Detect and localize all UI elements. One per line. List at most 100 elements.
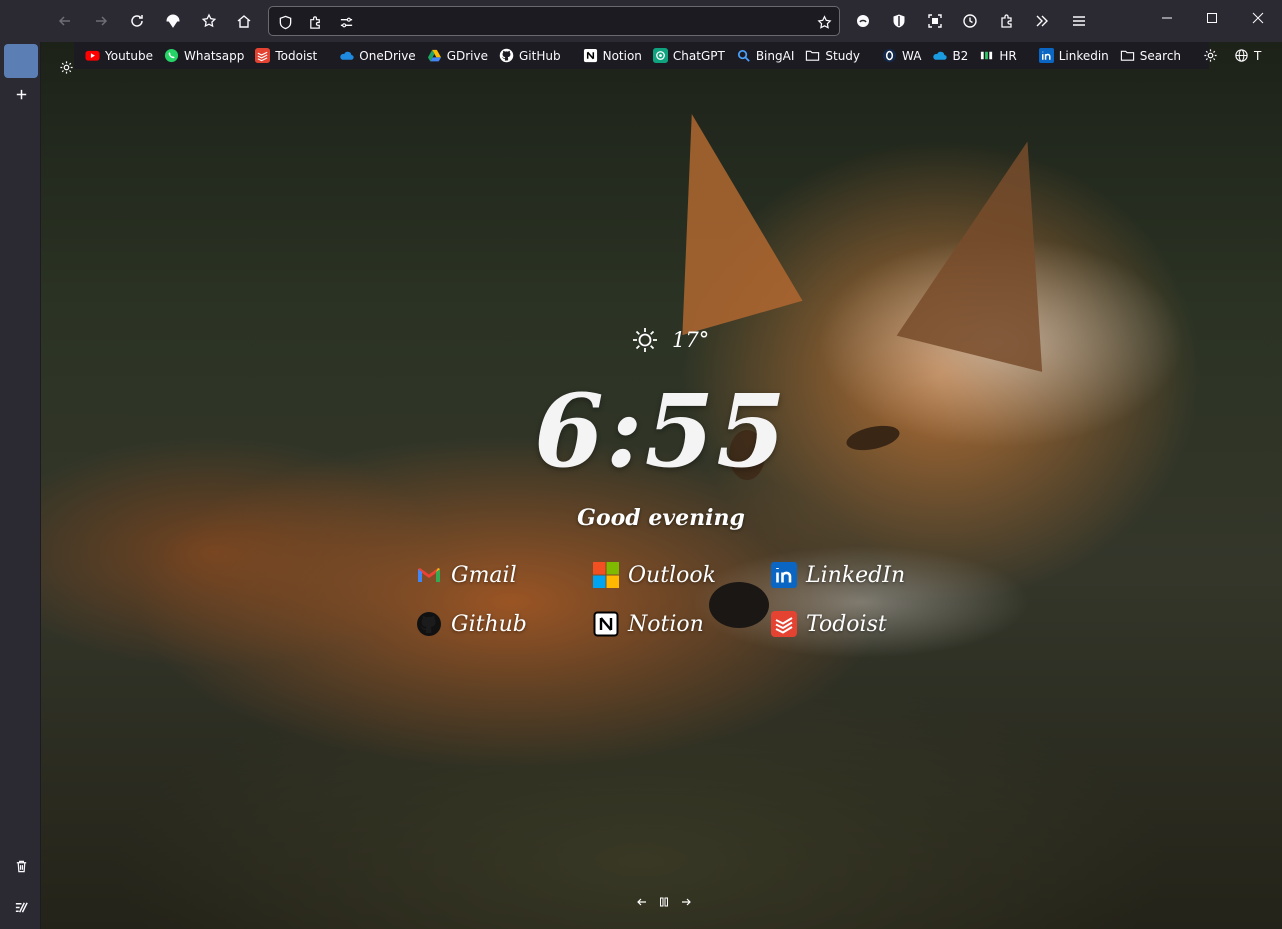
maximize-button[interactable] <box>1197 6 1227 30</box>
bookmark-label: Linkedin <box>1058 48 1109 63</box>
bookmark-bingai[interactable]: BingAI <box>736 45 794 67</box>
trash-icon <box>16 860 26 872</box>
maximize-icon <box>1207 13 1217 23</box>
greeting-text: Good evening <box>577 505 745 531</box>
cloud-icon <box>932 48 948 63</box>
wallpaper-controls <box>635 895 693 909</box>
bookmark-b2[interactable]: B2 <box>932 45 968 67</box>
permissions-icon[interactable] <box>337 13 355 31</box>
bookmark-label: Whatsapp <box>184 48 245 63</box>
quick-link-label: Outlook <box>628 562 716 588</box>
bookmark-label: OneDrive <box>359 48 416 63</box>
ublock-button[interactable] <box>886 8 912 34</box>
sidebar-tree-style-icon <box>15 901 28 913</box>
screenshot-button[interactable] <box>922 8 948 34</box>
minimize-icon <box>1162 17 1172 19</box>
reload-icon <box>131 15 143 27</box>
bookmark-whatsapp[interactable]: Whatsapp <box>164 45 244 67</box>
puzzle-icon <box>1001 14 1012 28</box>
bookmark-chatgpt[interactable]: ChatGPT <box>652 45 725 67</box>
new-tab-page: Youtube Whatsapp Todoist OneDrive GDrive… <box>41 42 1282 929</box>
chevron-double-right-icon <box>1036 15 1048 27</box>
quick-link-linkedin[interactable]: LinkedIn <box>771 560 905 590</box>
quick-link-label: Github <box>451 611 527 637</box>
bookmark-hr[interactable]: HR <box>979 45 1017 67</box>
quick-link-todoist[interactable]: Todoist <box>771 609 887 639</box>
url-bar[interactable] <box>268 6 840 36</box>
bookmark-github[interactable]: GitHub <box>499 45 561 67</box>
bookmark-folder-study[interactable]: Study <box>805 45 860 67</box>
bookmark-todoist[interactable]: Todoist <box>255 45 317 67</box>
bookmark-label: T <box>1254 48 1262 63</box>
bookmark-t[interactable]: T <box>1234 45 1261 67</box>
previous-wallpaper-button[interactable] <box>635 895 649 909</box>
active-tab-favicon[interactable] <box>4 44 38 78</box>
app-menu-button[interactable] <box>1066 8 1092 34</box>
bookmark-notion[interactable]: Notion <box>583 45 642 67</box>
whatsapp-icon <box>164 48 179 63</box>
notion-icon <box>593 611 619 637</box>
microsoft-icon <box>593 562 619 588</box>
quick-link-outlook[interactable]: Outlook <box>593 560 716 590</box>
browser-toolbar <box>0 0 1282 42</box>
pause-wallpaper-button[interactable] <box>657 895 671 909</box>
reload-button[interactable] <box>124 8 150 34</box>
extension-parachute-button[interactable] <box>160 8 186 34</box>
extensions-button[interactable] <box>994 8 1020 34</box>
back-button[interactable] <box>52 8 78 34</box>
bookmark-folder-search[interactable]: Search <box>1120 45 1181 67</box>
dark-reader-button[interactable] <box>850 8 876 34</box>
quick-link-notion[interactable]: Notion <box>593 609 704 639</box>
history-button[interactable] <box>957 8 983 34</box>
gdrive-icon <box>427 48 442 63</box>
home-button[interactable] <box>231 8 257 34</box>
sun-icon <box>633 328 657 352</box>
page-settings-button[interactable] <box>55 56 77 78</box>
onedrive-icon <box>339 48 354 63</box>
new-tab-button[interactable] <box>8 81 34 107</box>
sidebar-logo-button[interactable] <box>8 894 34 920</box>
bookmark-label: ChatGPT <box>672 48 725 63</box>
quick-link-github[interactable]: Github <box>416 609 527 639</box>
forward-button[interactable] <box>88 8 114 34</box>
close-button[interactable] <box>1243 6 1273 30</box>
globe-icon <box>1234 48 1249 63</box>
next-wallpaper-button[interactable] <box>679 895 693 909</box>
bookmark-onedrive[interactable]: OneDrive <box>339 45 416 67</box>
linkedin-icon <box>1038 48 1054 63</box>
quick-links: Gmail Outlook LinkedIn Github Notion Tod… <box>416 560 936 660</box>
gear-icon <box>1203 48 1218 63</box>
chatgpt-icon <box>652 48 668 63</box>
bookmark-label: WA <box>902 48 922 63</box>
bookmark-wa[interactable]: WA <box>882 45 921 67</box>
overflow-button[interactable] <box>1029 8 1055 34</box>
bookmarks-toolbar: Youtube Whatsapp Todoist OneDrive GDrive… <box>74 42 1261 69</box>
screenshot-icon <box>928 14 942 28</box>
bookmark-linkedin[interactable]: Linkedin <box>1038 45 1109 67</box>
minimize-button[interactable] <box>1152 6 1182 30</box>
bookmark-settings[interactable] <box>1203 45 1223 67</box>
bookmark-gdrive[interactable]: GDrive <box>427 45 488 67</box>
bookmark-label: B2 <box>952 48 969 63</box>
bookmark-label: Todoist <box>275 48 318 63</box>
gmail-icon <box>416 562 442 588</box>
wa-icon <box>882 48 897 63</box>
dark-reader-icon <box>857 15 869 27</box>
shield-filled-icon <box>893 14 905 28</box>
gear-icon <box>59 60 73 74</box>
tracking-shield-icon[interactable] <box>276 13 294 31</box>
bookmark-youtube[interactable]: Youtube <box>85 45 153 67</box>
quick-link-label: LinkedIn <box>806 562 906 588</box>
bookmark-manager-button[interactable] <box>196 8 222 34</box>
bookmark-star-icon[interactable] <box>815 13 833 31</box>
wallpaper-fox-ear-left <box>624 98 803 336</box>
pause-icon <box>660 897 668 907</box>
trash-button[interactable] <box>8 853 34 879</box>
extension-puzzle-icon[interactable] <box>306 13 324 31</box>
quick-link-label: Notion <box>628 611 704 637</box>
temperature: 17° <box>672 328 710 352</box>
quick-link-gmail[interactable]: Gmail <box>416 560 517 590</box>
quick-link-label: Todoist <box>806 611 887 637</box>
bookmark-label: Youtube <box>105 48 153 63</box>
parachute-icon <box>166 14 180 28</box>
